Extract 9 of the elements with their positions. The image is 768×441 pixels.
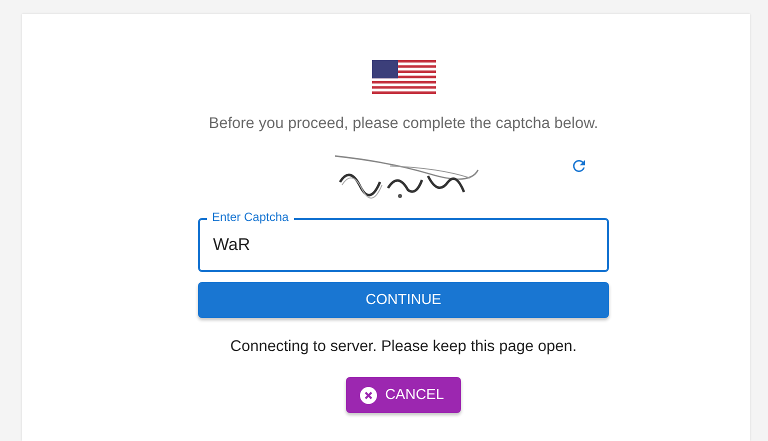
field-label: Enter Captcha — [207, 210, 294, 224]
continue-button[interactable]: CONTINUE — [198, 282, 609, 318]
refresh-icon — [570, 157, 588, 175]
refresh-button[interactable] — [570, 157, 588, 175]
flag-icon — [372, 60, 436, 94]
cancel-button[interactable]: CANCEL — [346, 377, 461, 413]
instruction-text: Before you proceed, please complete the captcha below. — [208, 115, 600, 133]
status-text: Connecting to server. Please keep this page open. — [229, 338, 578, 356]
cancel-icon — [360, 386, 378, 404]
